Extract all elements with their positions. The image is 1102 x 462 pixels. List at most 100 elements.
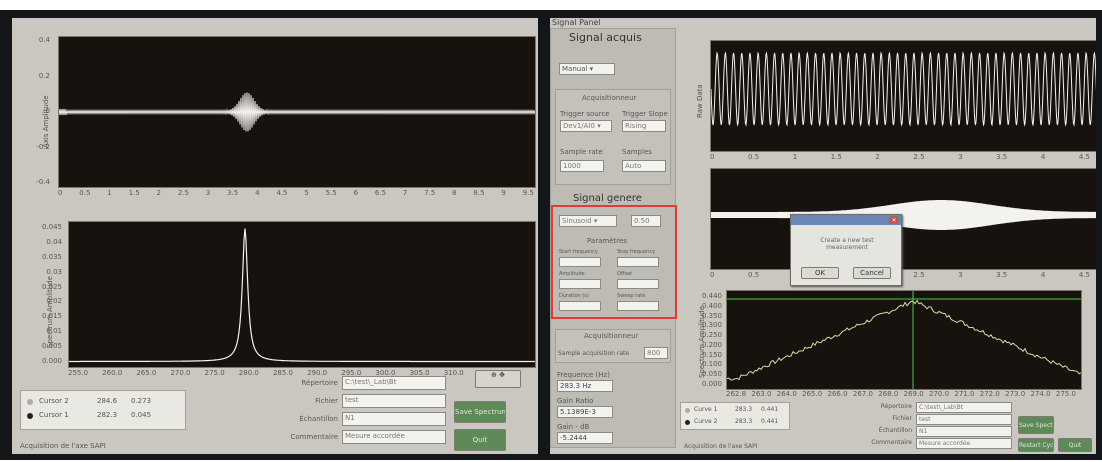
acquisition-mode-select[interactable]: Manual ▾: [559, 63, 615, 75]
top-plot: [58, 36, 536, 188]
x-tick-label: 263.0: [751, 390, 772, 398]
acquisition-subpanel: Acquisitionneur Trigger source Trigger S…: [555, 89, 671, 185]
y-tick-label: 0.01: [46, 327, 62, 336]
x-tick-label: 0.5: [79, 189, 91, 197]
bottom-plot: [68, 221, 536, 368]
x-tick-label: 8: [452, 189, 457, 197]
param-label: Start frequency: [559, 249, 598, 255]
y-tick-label: 0.440: [701, 292, 722, 300]
y-tick-label: 0.350: [701, 311, 722, 320]
x-tick-label: 270.0: [929, 390, 950, 398]
restart-cycle-button[interactable]: Restart Cycle: [1018, 438, 1054, 452]
x-tick-label: 1: [107, 189, 112, 197]
field-label: Fichier: [892, 415, 912, 422]
field-input[interactable]: N1: [342, 412, 446, 426]
legend-value-2: 0.273: [131, 397, 152, 405]
y-tick-label: 0.100: [701, 360, 722, 369]
x-tick-label: 1.5: [128, 189, 140, 197]
x-tick-label: 280.0: [238, 369, 259, 377]
readout-label: Gain - dB: [557, 423, 590, 431]
field-input[interactable]: Mesure accordée: [916, 438, 1012, 449]
plot1-x-ticks: 0 0.5 1 1.5 2 2.5 3 3.5 4 4.5: [710, 153, 1090, 161]
legend-row[interactable]: Cursor 1 282.3 0.045: [27, 411, 177, 423]
legend-value-1: 284.6: [97, 397, 118, 405]
y-tick-label: 0.02: [46, 297, 62, 306]
x-tick-label: 265.0: [802, 390, 823, 398]
y-tick-label: 0.025: [41, 282, 62, 291]
field-label: Fichier: [315, 397, 338, 405]
save-spectrum-button[interactable]: Save Spectrum: [454, 401, 506, 423]
right-screen: Signal Panel Signal acquis Manual ▾ Acqu…: [550, 18, 1096, 454]
param-input[interactable]: [559, 257, 601, 267]
legend-row[interactable]: Curve 2 283.3 0.441: [685, 418, 789, 428]
x-tick-label: 270.0: [170, 369, 191, 377]
right-save-spectrum-button[interactable]: Save Spectrum: [1018, 416, 1054, 434]
legend-value-2: 0.441: [761, 406, 779, 413]
quit-button[interactable]: Quit: [454, 429, 506, 451]
acquisition2-label: Sample acquisition rate: [558, 350, 630, 357]
generator-section-title: Signal genere: [573, 193, 642, 204]
samples-input[interactable]: Auto: [622, 160, 666, 172]
y-tick-label: 0.150: [701, 350, 722, 359]
left-screen: Axis Amplitude 0.4 0.2 0 -0.2 -0.4 0 0.5 1 1.5 2…: [12, 18, 538, 454]
param-input[interactable]: [617, 279, 659, 289]
legend-value-1: 282.3: [97, 411, 118, 419]
x-tick-label: 2: [156, 189, 161, 197]
legend-row[interactable]: Curve 1 283.3 0.441: [685, 406, 789, 416]
x-tick-label: 310.0: [443, 369, 464, 377]
y-tick-label: 0.050: [701, 370, 722, 379]
dialog-cancel-button[interactable]: Cancel: [853, 267, 891, 279]
acquisition2-input[interactable]: 800: [644, 347, 668, 359]
spectrum-trace: [69, 228, 535, 363]
dialog-close-icon[interactable]: ✕: [889, 216, 899, 224]
plot3-x-ticks: 262.8 263.0 264.0 265.0 266.0 267.0 268.0 269.0…: [726, 390, 1076, 398]
field-label: Répertoire: [301, 379, 339, 387]
spectrum-curve-trace: [727, 299, 1081, 381]
legend-value-1: 283.3: [735, 406, 753, 413]
samples-label: Samples: [622, 148, 652, 156]
field-input[interactable]: test: [342, 394, 446, 408]
field-label: Échantillon: [878, 427, 912, 434]
param-input[interactable]: [559, 279, 601, 289]
y-tick-label: 0.250: [701, 331, 722, 340]
field-input[interactable]: N1: [916, 426, 1012, 437]
right-quit-button[interactable]: Quit: [1058, 438, 1092, 452]
y-tick-label: -0.4: [36, 178, 50, 186]
spectrum-plot: [726, 290, 1082, 390]
right-cursor-legend: Curve 1 283.3 0.441 Curve 2 283.3 0.441: [680, 402, 790, 430]
legend-value-2: 0.441: [761, 418, 779, 425]
top-plot-x-ticks: 0 0.5 1 1.5 2 2.5 3 3.5 4 4.5 5 5.5 6 6.5 7 7.5 8 8.5 9 9.5: [58, 189, 534, 197]
waveform-select[interactable]: Sinusoid ▾: [559, 215, 617, 227]
sample-rate-input[interactable]: 1000: [560, 160, 604, 172]
trigger-source-select[interactable]: Dev1/AI0 ▾: [560, 120, 612, 132]
x-tick-label: 255.0: [68, 369, 89, 377]
field-input[interactable]: C:\test\_Lab\Bt: [916, 402, 1012, 413]
acquisition2-title: Acquisitionneur: [584, 332, 639, 340]
y-tick-label: -0.2: [36, 142, 50, 151]
dialog-ok-button[interactable]: OK: [801, 267, 839, 279]
field-input[interactable]: C:\test\_Lab\Bt: [342, 376, 446, 390]
amplitude-input[interactable]: 0.50: [631, 215, 661, 227]
readout-label: Gain Ratio: [557, 397, 594, 405]
x-tick-label: 6: [353, 189, 359, 197]
trigger-slope-select[interactable]: Rising: [622, 120, 666, 132]
field-input[interactable]: Mesure accordée: [342, 430, 446, 444]
param-input[interactable]: [617, 301, 659, 311]
legend-row[interactable]: Cursor 2 284.6 0.273: [27, 397, 177, 409]
zoom-tool-button[interactable]: ⊕ ✥: [475, 370, 521, 388]
readout-label: Frequence (Hz): [557, 371, 610, 379]
x-tick-label: 5: [304, 189, 309, 197]
legend-name: Curve 1: [694, 406, 718, 413]
y-tick-label: 0: [45, 107, 50, 115]
param-input[interactable]: [559, 301, 601, 311]
x-tick-label: 285.0: [272, 369, 293, 377]
x-tick-label: 269.0: [903, 390, 924, 398]
field-input[interactable]: test: [916, 414, 1012, 425]
generated-signal-envelope: [711, 200, 1096, 230]
x-tick-label: 5.5: [325, 189, 337, 197]
cursor-legend: Cursor 2 284.6 0.273 Cursor 1 282.3 0.045: [20, 390, 186, 430]
field-label: Commentaire: [290, 433, 338, 441]
x-tick-label: 9: [501, 189, 506, 197]
param-input[interactable]: [617, 257, 659, 267]
param-label: Amplitude: [559, 271, 585, 277]
